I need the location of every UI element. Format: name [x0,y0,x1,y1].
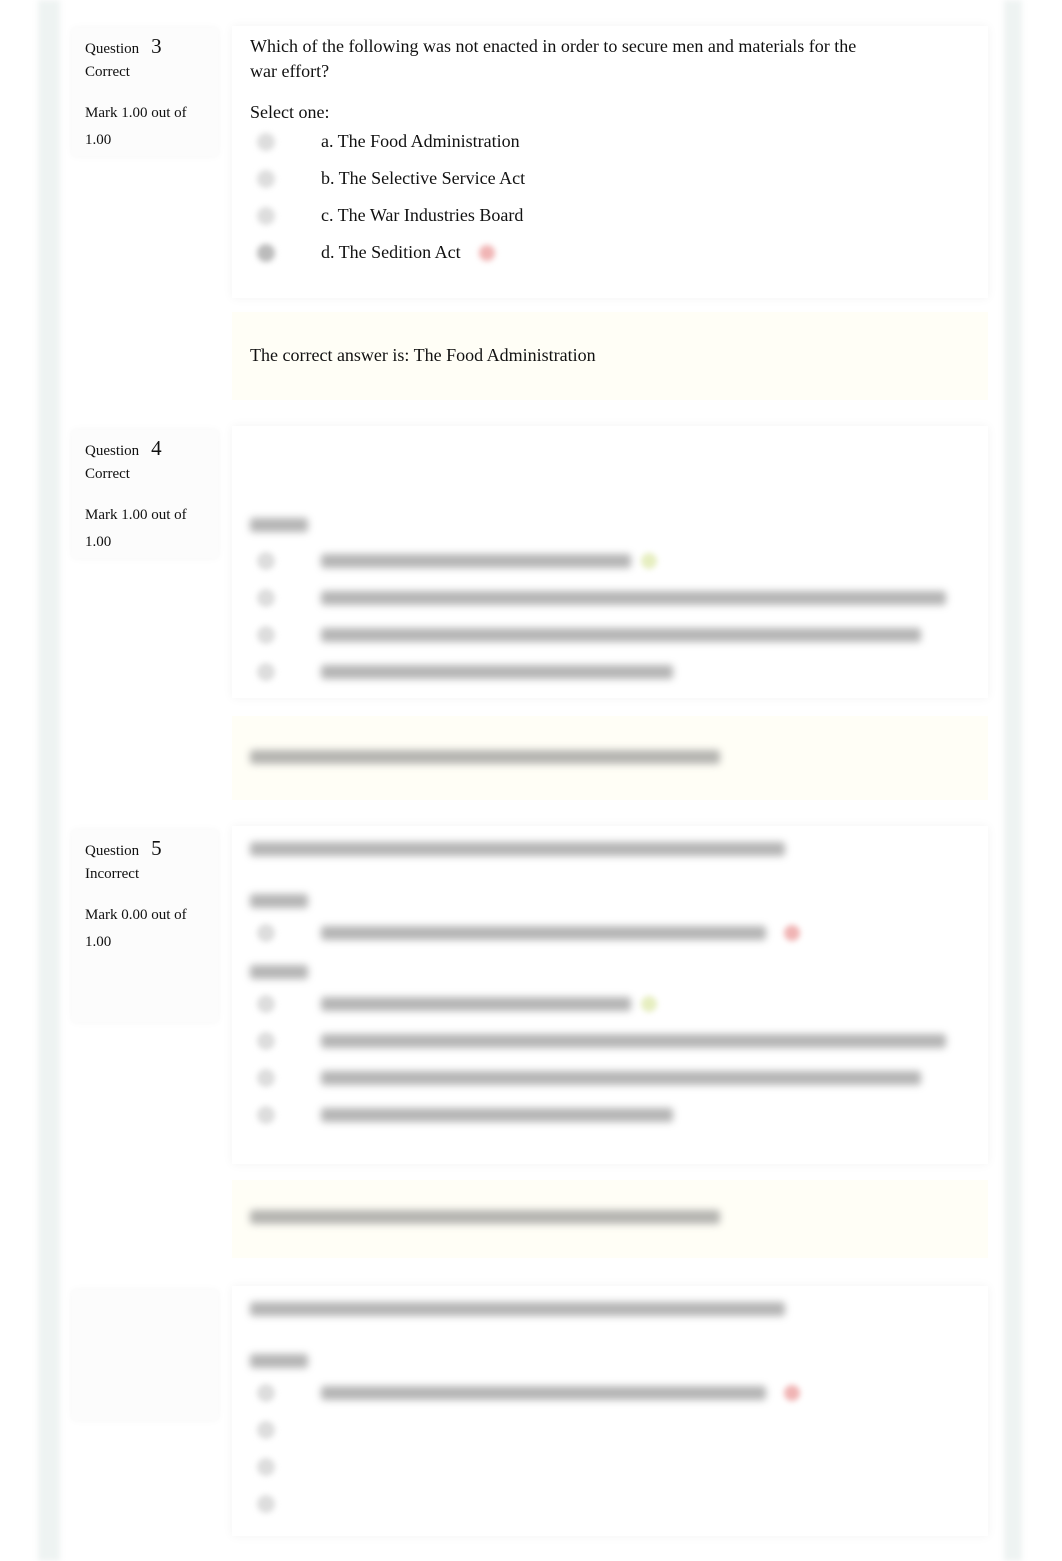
left-border [38,0,60,1561]
radio-button[interactable] [257,132,275,151]
question-content-blurred [232,426,988,698]
radio-button[interactable] [257,243,275,262]
question-status: Correct [85,64,130,80]
answer-option[interactable]: b. The Selective Service Act [250,160,970,197]
question-mark-total: 1.00 [85,132,112,148]
feedback-box: The correct answer is: The Food Administ… [232,312,988,400]
question-status: Incorrect [85,866,140,882]
option-label: d. The Sedition Act [321,242,461,262]
answer-option[interactable]: c. The War Industries Board [250,197,970,234]
incorrect-icon [784,1384,800,1401]
question-content-blurred [232,1286,988,1536]
question-mark: Mark 1.00 out of [85,105,187,121]
answer-option[interactable]: d. The Sedition Act [250,234,970,271]
question-mark: Mark 1.00 out of [85,507,187,523]
answer-option[interactable]: a. The Food Administration [250,123,970,160]
correct-answer-text: The correct answer is: The Food Administ… [250,345,596,365]
question-status: Correct [85,466,130,482]
option-label: c. The War Industries Board [321,205,524,225]
right-border [1004,0,1022,1561]
question-label: Question [85,843,140,859]
option-label: b. The Selective Service Act [321,168,526,188]
question-label: Question [85,443,140,459]
incorrect-icon [478,244,495,261]
question-info: Question 3 Correct Mark 1.00 out of 1.00 [72,28,218,156]
question-mark-total: 1.00 [85,534,112,550]
feedback-box-blurred [232,716,988,800]
question-mark: Mark 0.00 out of [85,907,187,923]
radio-button[interactable] [257,206,275,225]
question-number: 4 [151,436,162,460]
feedback-box-blurred [232,1180,988,1258]
question-info: Question 5 Incorrect Mark 0.00 out of 1.0… [72,830,218,1022]
question-number: 5 [151,836,162,860]
correct-icon [641,552,657,569]
question-label: Question [85,41,140,57]
question-mark-total: 1.00 [85,934,112,950]
correct-icon [641,995,657,1012]
radio-button[interactable] [257,169,275,188]
option-label: a. The Food Administration [321,131,520,151]
question-info: Question 4 Correct Mark 1.00 out of 1.00 [72,430,218,558]
question-text: Which of the following was not enacted i… [250,36,857,81]
question-number: 3 [151,34,162,58]
incorrect-icon [784,924,800,941]
question-info-blurred [72,1290,218,1420]
question-content: Which of the following was not enacted i… [232,26,988,298]
question-content-blurred [232,826,988,1164]
select-one-label: Select one: [250,102,330,122]
